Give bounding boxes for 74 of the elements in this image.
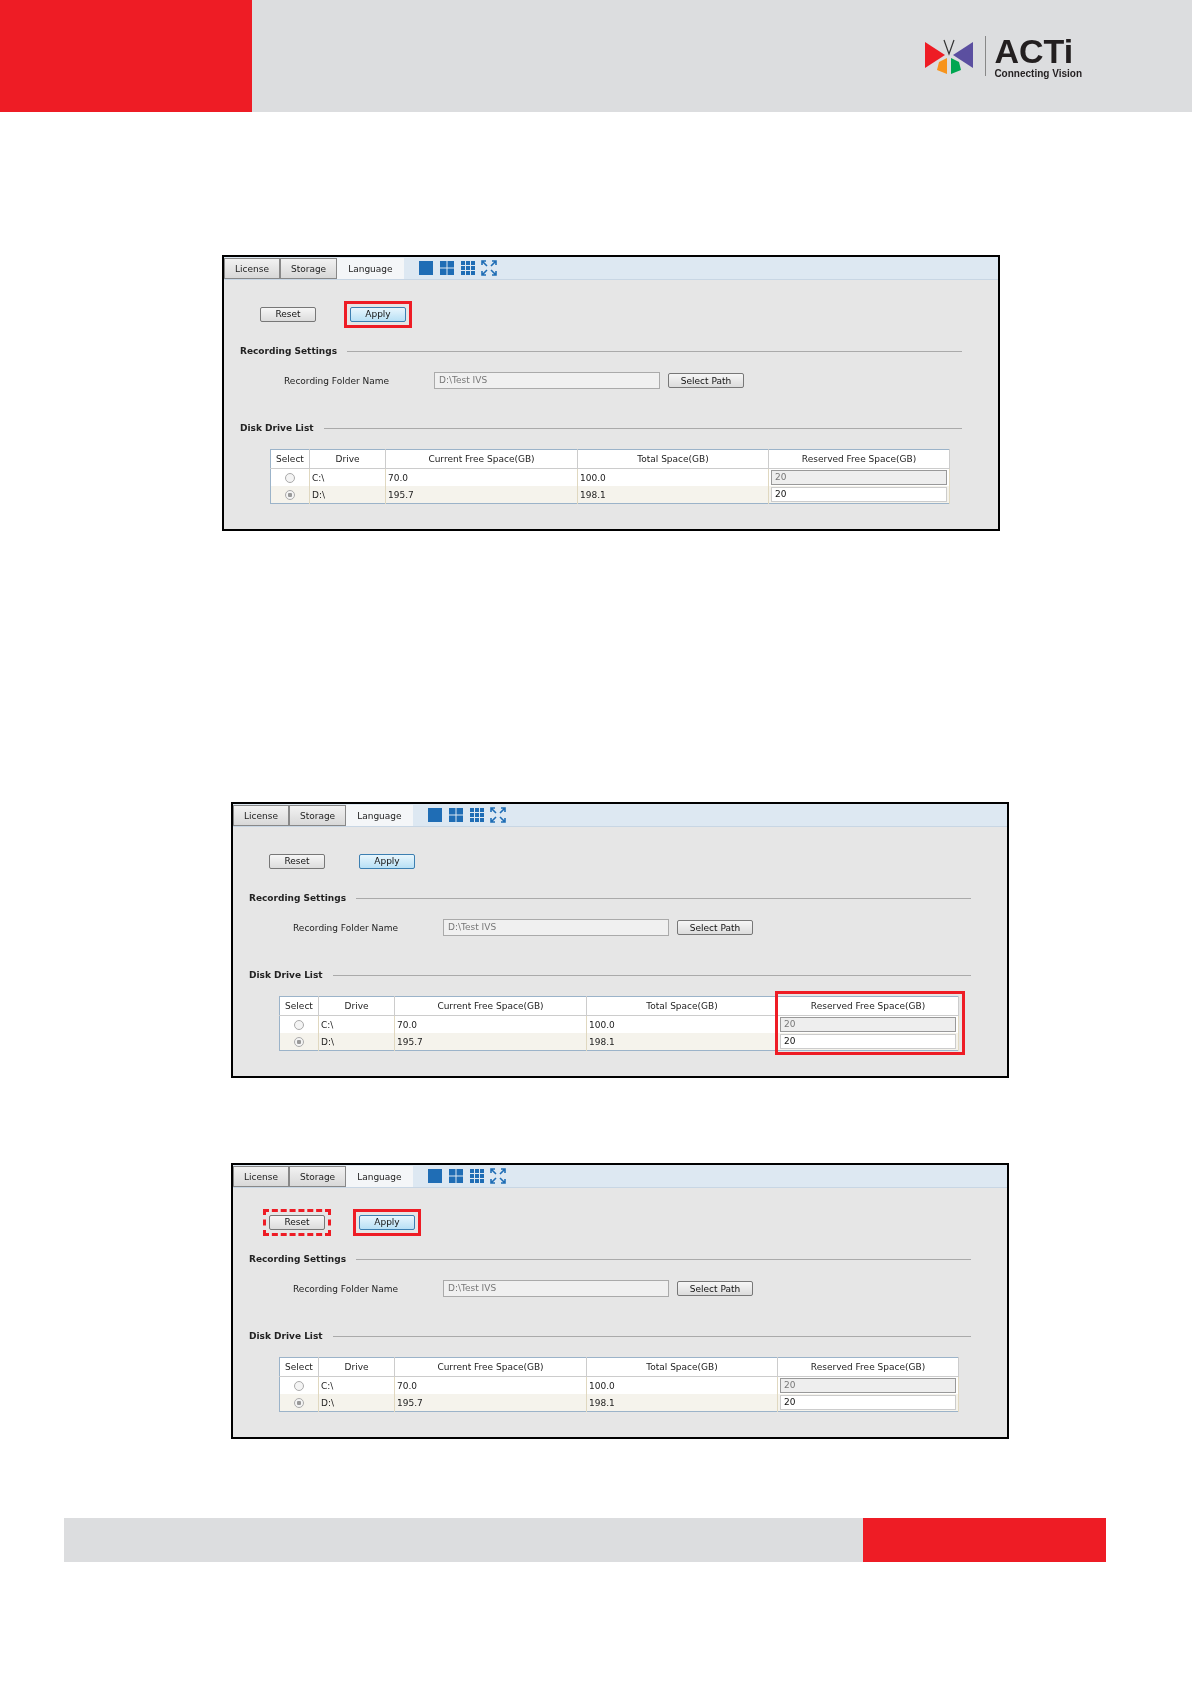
tab[interactable]: Language — [346, 1166, 413, 1187]
table-cell: D:\ — [318, 1394, 395, 1412]
reset-button[interactable]: Reset — [269, 1214, 325, 1230]
column-header: Current Free Space(GB) — [385, 449, 578, 469]
column-header: Select — [279, 1357, 319, 1377]
column-header: Select — [270, 449, 310, 469]
folder-path-field[interactable]: D:\Test IVS — [443, 1280, 669, 1297]
column-header: Current Free Space(GB) — [394, 996, 587, 1016]
fullscreen-icon[interactable] — [489, 1168, 506, 1184]
reset-button[interactable]: Reset — [260, 306, 316, 322]
column-header: Reserved Free Space(GB) — [777, 1357, 959, 1377]
quad-layout-icon[interactable] — [447, 807, 464, 823]
tab[interactable]: License — [233, 1166, 289, 1187]
folder-path-field[interactable]: D:\Test IVS — [434, 372, 660, 389]
section-title: Recording Settings — [249, 1254, 346, 1264]
tab[interactable]: Language — [337, 258, 404, 279]
field-label: Recording Folder Name — [293, 922, 400, 933]
reset-button[interactable]: Reset — [269, 853, 325, 869]
single-layout-icon[interactable] — [426, 807, 443, 823]
field-label: Recording Folder Name — [284, 375, 391, 386]
section-title: Disk Drive List — [249, 1331, 323, 1341]
column-header: Current Free Space(GB) — [394, 1357, 587, 1377]
nine-layout-icon[interactable] — [459, 260, 476, 276]
logo-wordmark: ACTi — [994, 33, 1074, 68]
table-cell: 195.7 — [394, 1033, 587, 1051]
tab[interactable]: Storage — [279, 258, 338, 279]
radio-button[interactable] — [294, 1397, 304, 1408]
select-path-button[interactable]: Select Path — [677, 1281, 753, 1296]
table-cell: 195.7 — [385, 486, 578, 504]
select-path-button[interactable]: Select Path — [668, 373, 744, 388]
reserved-space-field[interactable]: 20 — [780, 1034, 956, 1049]
column-header: Total Space(GB) — [577, 449, 769, 469]
column-header: Reserved Free Space(GB) — [768, 449, 950, 469]
column-header: Total Space(GB) — [586, 1357, 778, 1377]
apply-button[interactable]: Apply — [350, 306, 406, 322]
column-header: Total Space(GB) — [586, 996, 778, 1016]
radio-button[interactable] — [294, 1036, 304, 1047]
section-title: Disk Drive List — [249, 970, 323, 980]
tab[interactable]: Language — [346, 805, 413, 826]
fullscreen-icon[interactable] — [480, 260, 497, 276]
column-header: Drive — [318, 1357, 395, 1377]
column-header: Drive — [318, 996, 395, 1016]
column-header: Drive — [309, 449, 386, 469]
table-cell: D:\ — [318, 1033, 395, 1051]
tab[interactable]: License — [224, 258, 280, 279]
tab[interactable]: Storage — [288, 805, 347, 826]
table-cell: 198.1 — [586, 1033, 778, 1051]
section-title: Disk Drive List — [240, 423, 314, 433]
reserved-space-field[interactable]: 20 — [780, 1395, 956, 1410]
table-cell: 195.7 — [394, 1394, 587, 1412]
column-header: Reserved Free Space(GB) — [777, 996, 959, 1016]
field-label: Recording Folder Name — [293, 1283, 400, 1294]
single-layout-icon[interactable] — [426, 1168, 443, 1184]
apply-button[interactable]: Apply — [359, 853, 415, 869]
single-layout-icon[interactable] — [417, 260, 434, 276]
table-cell: 198.1 — [577, 486, 769, 504]
nine-layout-icon[interactable] — [468, 807, 485, 823]
quad-layout-icon[interactable] — [447, 1168, 464, 1184]
table-cell: 198.1 — [586, 1394, 778, 1412]
select-path-button[interactable]: Select Path — [677, 920, 753, 935]
folder-path-field[interactable]: D:\Test IVS — [443, 919, 669, 936]
section-title: Recording Settings — [249, 893, 346, 903]
nine-layout-icon[interactable] — [468, 1168, 485, 1184]
table-cell: D:\ — [309, 486, 386, 504]
section-title: Recording Settings — [240, 346, 337, 356]
reserved-space-field[interactable]: 20 — [771, 487, 947, 502]
apply-button[interactable]: Apply — [359, 1214, 415, 1230]
tab[interactable]: License — [233, 805, 289, 826]
tab[interactable]: Storage — [288, 1166, 347, 1187]
logo-tagline: Connecting Vision — [994, 67, 1082, 79]
fullscreen-icon[interactable] — [489, 807, 506, 823]
radio-button[interactable] — [285, 489, 295, 500]
column-header: Select — [279, 996, 319, 1016]
quad-layout-icon[interactable] — [438, 260, 455, 276]
